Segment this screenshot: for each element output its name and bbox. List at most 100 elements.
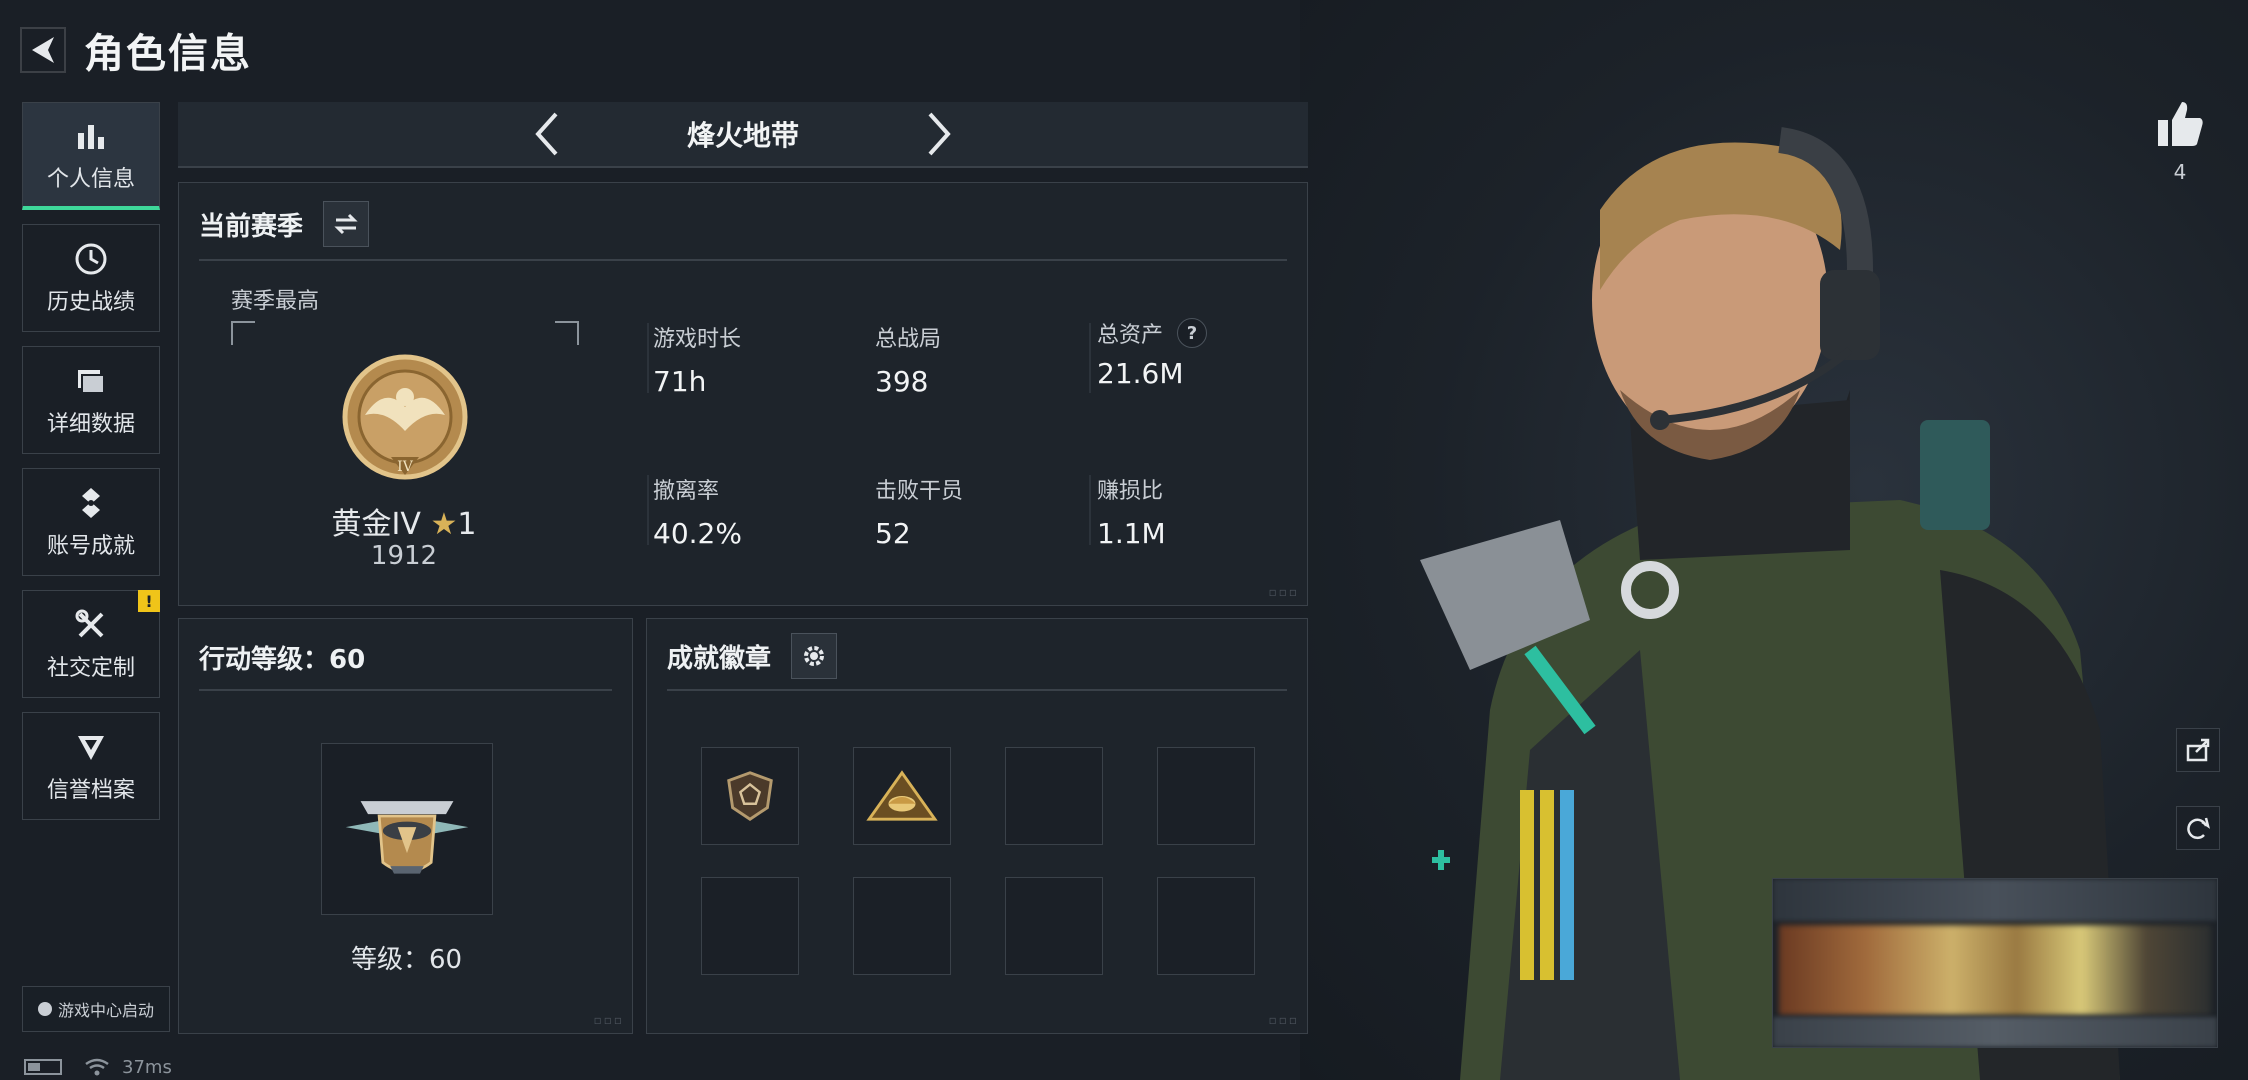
stat-value: 398: [875, 365, 929, 398]
stat-label: 总资产 ?: [1097, 317, 1317, 349]
rank-score: 1912: [370, 541, 438, 571]
sidebar-item-label: 详细数据: [46, 412, 135, 437]
badge-slot[interactable]: [1157, 877, 1255, 975]
stat-value: 52: [875, 517, 911, 550]
stat-value: 1.1M: [1097, 517, 1166, 550]
stat-total-matches: 总战局 398: [875, 321, 1075, 398]
chevron-left-icon: [535, 112, 558, 156]
badge-slot[interactable]: [701, 877, 799, 975]
badge-slot[interactable]: [701, 747, 799, 845]
divider: [199, 689, 612, 691]
stat-total-assets: 总资产 ? 21.6M: [1097, 317, 1317, 390]
sidebar-item-label: 信誉档案: [46, 778, 135, 803]
notification-badge: !: [138, 590, 160, 612]
star-icon: ★: [430, 507, 458, 542]
badge-slot[interactable]: [853, 747, 951, 845]
divider: [667, 689, 1287, 691]
stat-label: 击败干员: [875, 479, 964, 504]
blurred-promo-card[interactable]: [1772, 878, 2218, 1048]
help-icon[interactable]: ?: [1177, 318, 1208, 348]
folder-icon: [78, 370, 105, 394]
level-panel: 行动等级：60 等级：60 ▫▫▫: [178, 618, 633, 1034]
stat-value: 21.6M: [1097, 357, 1184, 390]
badge-settings-button[interactable]: [791, 633, 838, 679]
page-title: 角色信息: [84, 31, 252, 77]
panel-corner-marks: ▫▫▫: [1268, 1013, 1299, 1027]
stat-label: 赚损比: [1097, 479, 1164, 504]
stat-profit-loss: 赚损比 1.1M: [1097, 473, 1297, 550]
clock-icon: [75, 243, 107, 275]
switch-season-button[interactable]: [323, 201, 370, 247]
share-button[interactable]: [2176, 728, 2220, 772]
status-bar: 37ms: [24, 1056, 172, 1078]
season-panel-title: 当前赛季: [199, 201, 370, 247]
badge-slot[interactable]: [853, 877, 951, 975]
medal-icon: [82, 488, 100, 518]
mode-name: 烽火地带: [686, 119, 799, 152]
back-arrow-icon: [32, 37, 54, 63]
rotate-icon: [2187, 817, 2210, 840]
rank-name: 黄金IV ★1: [179, 499, 629, 543]
stat-value: 40.2%: [653, 517, 742, 550]
wifi-icon: [85, 1058, 109, 1076]
prev-mode-button[interactable]: [517, 104, 577, 164]
season-best-label: 赛季最高: [231, 289, 320, 314]
like-count: 4: [2173, 160, 2187, 184]
chevron-right-icon: [928, 112, 951, 156]
sidebar-item-match-history[interactable]: 历史战绩: [22, 224, 160, 332]
share-icon: [2186, 738, 2210, 762]
rank-name-text: 黄金IV: [331, 507, 421, 542]
panel-corner-marks: ▫▫▫: [1268, 585, 1299, 599]
badge-slot[interactable]: [1157, 747, 1255, 845]
sidebar: 个人信息 历史战绩 详细数据 账号成就 社交定制 ! 信誉档案: [22, 102, 160, 834]
gear-icon: [804, 646, 825, 666]
sidebar-item-personal-info[interactable]: 个人信息: [22, 102, 160, 210]
divider: [199, 259, 1287, 261]
qq-icon: [37, 1002, 52, 1016]
rank-stars: 1: [457, 507, 477, 542]
level-emblem-box[interactable]: [321, 743, 493, 915]
season-title-text: 当前赛季: [199, 211, 304, 242]
badge-slot[interactable]: [1005, 747, 1103, 845]
badge-slot[interactable]: [1005, 877, 1103, 975]
shield-badge-icon: [727, 771, 773, 821]
badges-title-text: 成就徽章: [667, 643, 772, 674]
back-button[interactable]: [20, 27, 66, 73]
next-mode-button[interactable]: [909, 104, 969, 164]
sidebar-item-social-custom[interactable]: 社交定制 !: [22, 590, 160, 698]
mode-selector: 烽火地带: [178, 102, 1308, 168]
sidebar-item-label: 账号成就: [46, 534, 135, 559]
tools-icon: [75, 609, 104, 638]
bar-chart-icon: [78, 124, 104, 149]
sidebar-item-detailed-data[interactable]: 详细数据: [22, 346, 160, 454]
sidebar-item-label: 历史战绩: [46, 290, 135, 315]
like-button[interactable]: [2152, 96, 2208, 152]
panel-corner-marks: ▫▫▫: [593, 1013, 624, 1027]
aircraft-rank-emblem-icon: [345, 801, 469, 874]
stat-value: 71h: [653, 365, 707, 398]
sidebar-item-label: 社交定制: [46, 656, 135, 681]
sidebar-item-label: 个人信息: [46, 166, 135, 192]
stat-label: 游戏时长: [653, 327, 742, 352]
game-center-label: 游戏中心启动: [57, 1001, 154, 1020]
battery-icon: [24, 1059, 62, 1075]
swap-icon: [334, 213, 358, 235]
stat-label: 总战局: [875, 327, 942, 352]
badges-panel: 成就徽章 ▫▫▫: [646, 618, 1308, 1034]
stat-extract-rate: 撤离率 40.2%: [653, 473, 853, 550]
svg-text:IV: IV: [397, 459, 414, 475]
season-panel: 当前赛季 赛季最高 IV 黄金IV ★1 1912 游戏时长 71h 总战局 3…: [178, 182, 1308, 671]
triangle-badge-icon: [866, 770, 938, 821]
sidebar-item-achievements[interactable]: 账号成就: [22, 468, 160, 576]
shield-icon: [78, 736, 104, 760]
game-center-button[interactable]: 游戏中心启动: [22, 986, 170, 1032]
level-panel-title: 行动等级：60: [199, 645, 366, 675]
rotate-button[interactable]: [2176, 806, 2220, 850]
sidebar-item-credit-record[interactable]: 信誉档案: [22, 712, 160, 820]
page-header: 角色信息: [20, 18, 252, 82]
badges-panel-title: 成就徽章: [667, 633, 838, 679]
stat-label: 撤离率: [653, 479, 720, 504]
stat-kills: 击败干员 52: [875, 473, 1075, 550]
level-label: 等级：60: [350, 945, 463, 975]
stat-play-time: 游戏时长 71h: [653, 321, 853, 398]
